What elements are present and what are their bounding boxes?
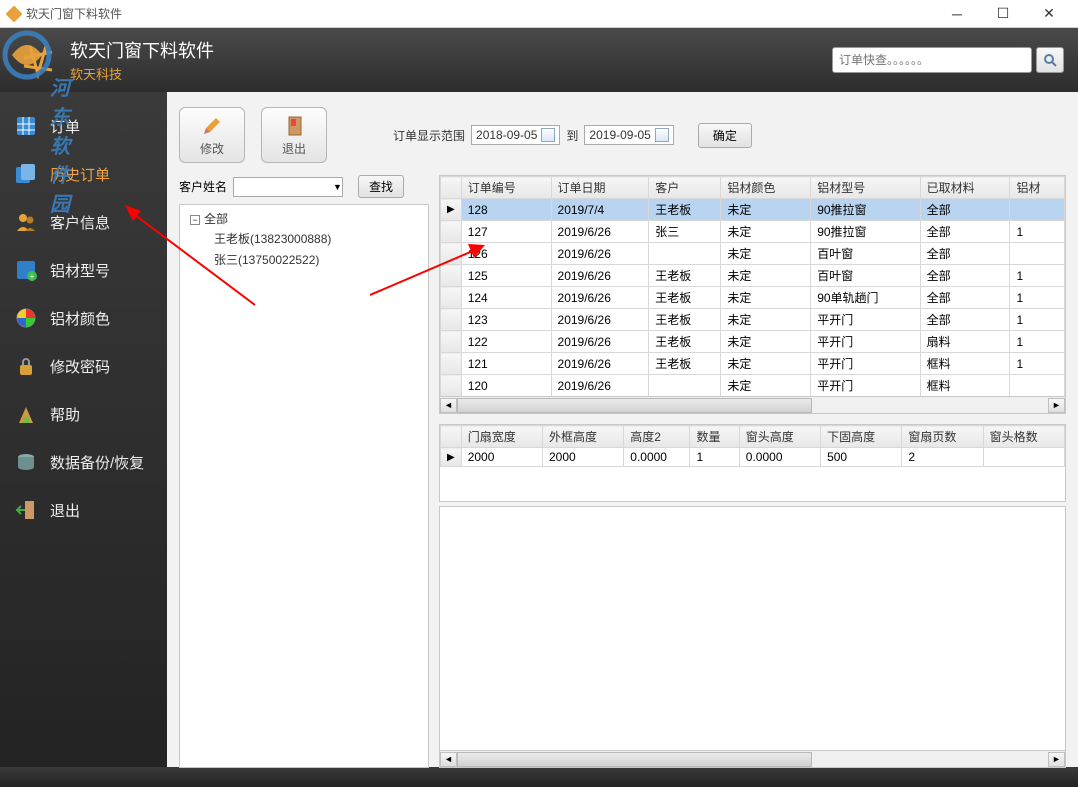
main-content: 修改 退出 订单显示范围 2018-09-05 到 2019-09-05 确定 … <box>167 92 1078 767</box>
customer-name-dropdown[interactable]: ▼ <box>333 182 342 192</box>
sidebar-item-label: 客户信息 <box>50 212 110 233</box>
color-icon <box>12 306 40 330</box>
table-row[interactable]: 1232019/6/26王老板未定平开门全部1 <box>441 309 1065 331</box>
exit-button-label: 退出 <box>282 140 306 157</box>
sidebar-item-label: 修改密码 <box>50 356 110 377</box>
detail-row[interactable]: ▶ 2000 2000 0.0000 1 0.0000 500 2 <box>441 448 1065 467</box>
table-row[interactable]: 1262019/6/26未定百叶窗全部 <box>441 243 1065 265</box>
table-row[interactable]: ▶1282019/7/4王老板未定90推拉窗全部 <box>441 199 1065 221</box>
exit-icon <box>12 498 40 522</box>
calendar-dropdown-icon[interactable] <box>655 128 669 142</box>
sidebar-item-label: 退出 <box>50 500 80 521</box>
material-icon: + <box>12 258 40 282</box>
close-button[interactable]: ✕ <box>1026 0 1072 28</box>
annotation-arrow <box>125 205 265 320</box>
people-icon <box>12 210 40 234</box>
table-row[interactable]: 1212019/6/26王老板未定平开门框料1 <box>441 353 1065 375</box>
calendar-dropdown-icon[interactable] <box>541 128 555 142</box>
scroll-right-icon[interactable]: ► <box>1048 752 1065 767</box>
sidebar-item-label: 铝材颜色 <box>50 308 110 329</box>
annotation-arrow <box>370 240 490 305</box>
date-from-input[interactable]: 2018-09-05 <box>471 125 560 145</box>
customer-name-input[interactable] <box>233 177 343 197</box>
sidebar-item-label: 历史订单 <box>50 164 110 185</box>
sidebar-item-help[interactable]: 帮助 <box>0 390 167 438</box>
table-row[interactable]: 1222019/6/26王老板未定平开门扇料1 <box>441 331 1065 353</box>
table-row[interactable]: 1272019/6/26张三未定90推拉窗全部1 <box>441 221 1065 243</box>
sidebar-item-label: 铝材型号 <box>50 260 110 281</box>
sidebar-item-history-orders[interactable]: 历史订单 <box>0 150 167 198</box>
to-label: 到 <box>566 127 578 144</box>
app-title: 软天门窗下料软件 <box>70 37 214 63</box>
orders-grid[interactable]: 订单编号 订单日期 客户 铝材颜色 铝材型号 已取材料 铝材 ▶1282019/… <box>439 175 1066 397</box>
pencil-icon <box>200 114 224 138</box>
orders-scrollbar[interactable]: ◄ ► <box>439 397 1066 414</box>
toolbar: 修改 退出 订单显示范围 2018-09-05 到 2019-09-05 确定 <box>179 107 1066 163</box>
maximize-button[interactable]: ☐ <box>980 0 1026 28</box>
app-logo <box>14 36 62 84</box>
sidebar-item-label: 数据备份/恢复 <box>50 452 144 473</box>
door-exit-icon <box>282 114 306 138</box>
help-icon <box>12 402 40 426</box>
scroll-left-icon[interactable]: ◄ <box>440 398 457 413</box>
titlebar: 软天门窗下料软件 ─ ☐ ✕ <box>0 0 1078 28</box>
grid-icon <box>12 114 40 138</box>
backup-icon <box>12 450 40 474</box>
lock-icon <box>12 354 40 378</box>
range-label: 订单显示范围 <box>393 127 465 144</box>
find-button[interactable]: 查找 <box>358 175 404 198</box>
scroll-right-icon[interactable]: ► <box>1048 398 1065 413</box>
search-button[interactable] <box>1036 47 1064 73</box>
sidebar: 订单 历史订单 客户信息 + 铝材型号 铝材颜色 修改密码 帮助 数据备份/恢复 <box>0 92 167 767</box>
customer-name-label: 客户姓名 <box>179 178 227 195</box>
header: 软天门窗下料软件 软天科技 <box>0 28 1078 92</box>
window-title: 软天门窗下料软件 <box>26 5 122 22</box>
history-icon <box>12 162 40 186</box>
table-row[interactable]: 1202019/6/26未定平开门框料 <box>441 375 1065 397</box>
date-to-input[interactable]: 2019-09-05 <box>584 125 673 145</box>
sidebar-item-change-password[interactable]: 修改密码 <box>0 342 167 390</box>
app-subtitle: 软天科技 <box>70 64 214 83</box>
detail-empty-area <box>439 506 1066 751</box>
edit-button-label: 修改 <box>200 140 224 157</box>
table-row[interactable]: 1252019/6/26王老板未定百叶窗全部1 <box>441 265 1065 287</box>
table-row[interactable]: 1242019/6/26王老板未定90单轨趟门全部1 <box>441 287 1065 309</box>
scroll-left-icon[interactable]: ◄ <box>440 752 457 767</box>
minimize-button[interactable]: ─ <box>934 0 980 28</box>
sidebar-item-label: 帮助 <box>50 404 80 425</box>
exit-button[interactable]: 退出 <box>261 107 327 163</box>
footer <box>0 767 1078 787</box>
search-icon <box>1043 53 1057 67</box>
detail-scrollbar[interactable]: ◄ ► <box>439 751 1066 768</box>
edit-button[interactable]: 修改 <box>179 107 245 163</box>
confirm-button[interactable]: 确定 <box>698 123 752 148</box>
sidebar-item-exit[interactable]: 退出 <box>0 486 167 534</box>
sidebar-item-label: 订单 <box>50 116 80 137</box>
detail-grid[interactable]: 门扇宽度 外框高度 高度2 数量 窗头高度 下固高度 窗扇页数 窗头格数 ▶ 2… <box>439 424 1066 502</box>
sidebar-item-orders[interactable]: 订单 <box>0 102 167 150</box>
app-icon <box>6 6 22 22</box>
svg-text:+: + <box>30 272 35 281</box>
sidebar-item-backup[interactable]: 数据备份/恢复 <box>0 438 167 486</box>
order-quick-search-input[interactable] <box>832 47 1032 73</box>
